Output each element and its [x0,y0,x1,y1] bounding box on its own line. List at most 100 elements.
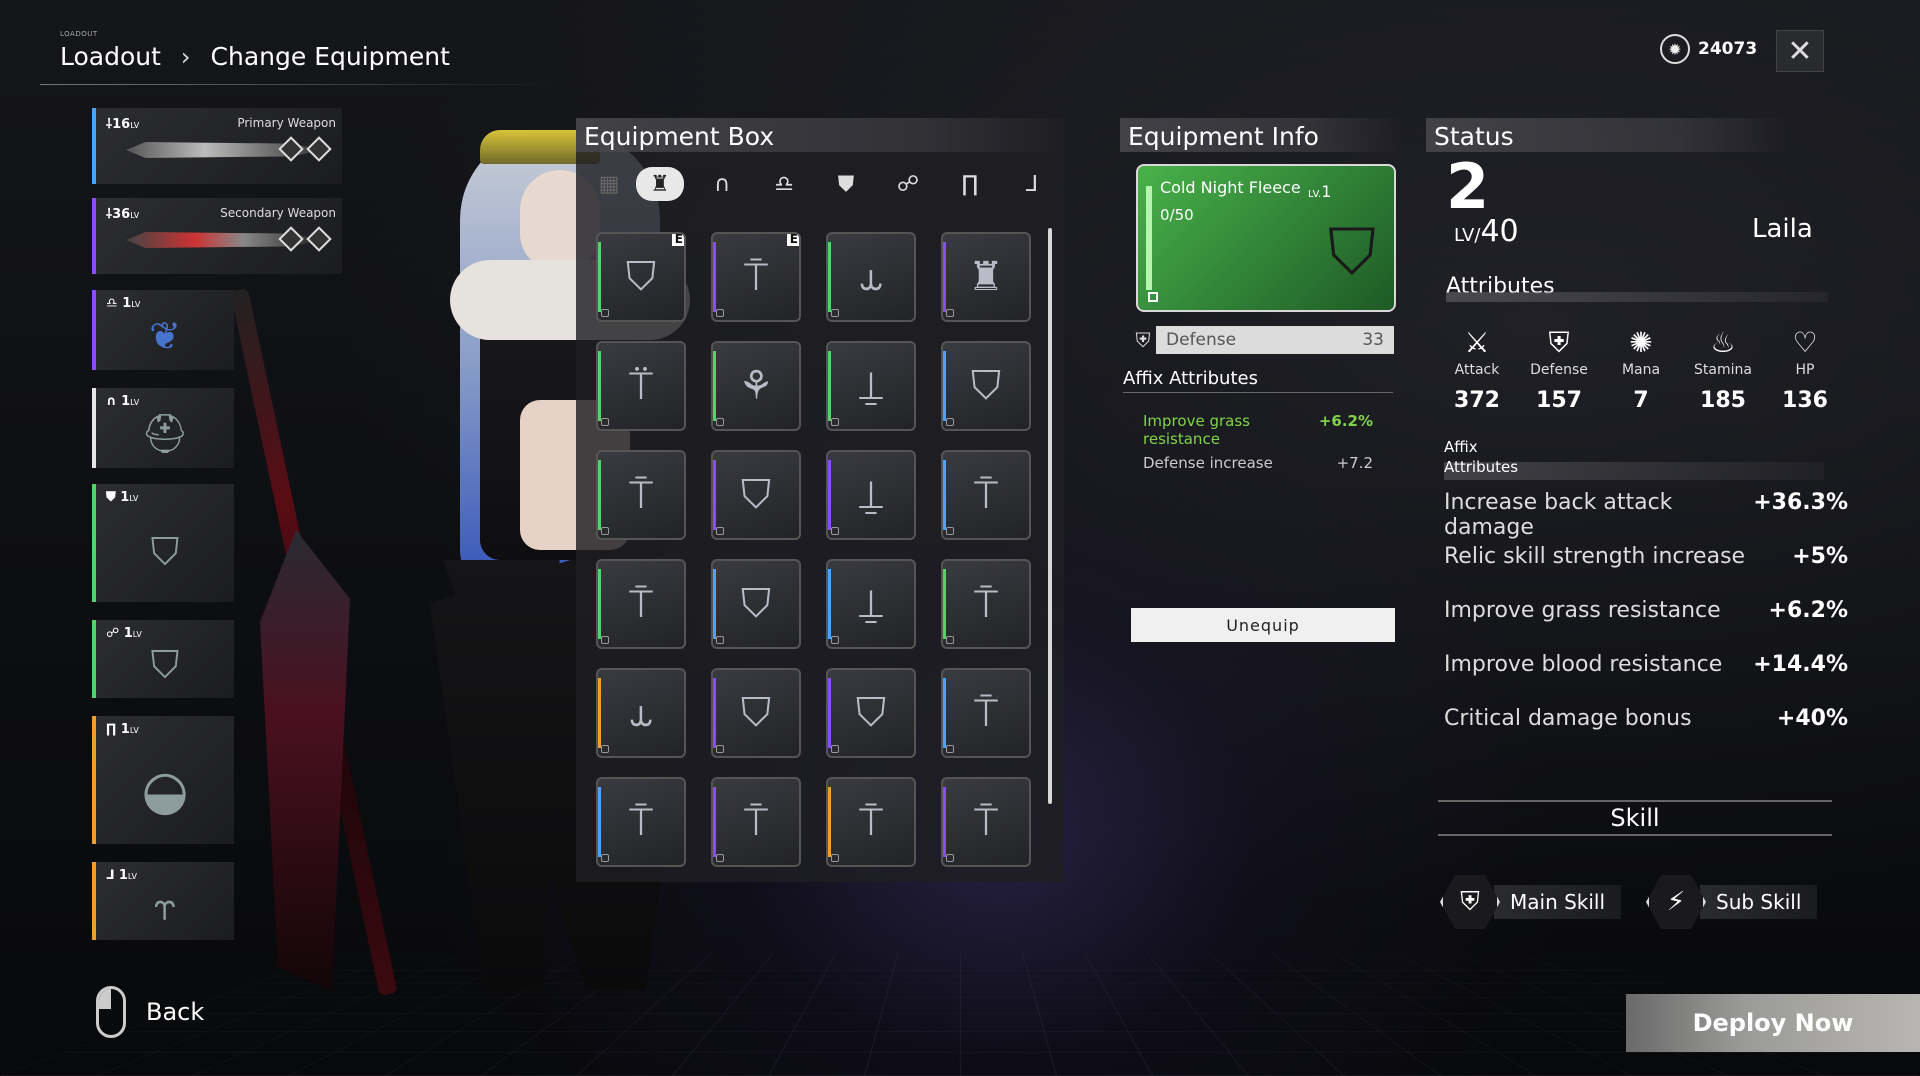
hair-icon: ♎ [774,171,794,197]
shield-icon: ⛨ [1135,328,1151,352]
equipment-item[interactable]: ⍑ [941,668,1031,758]
equipment-item[interactable]: ⛉ [711,559,801,649]
item-marker [946,854,954,862]
outfit-piece-icon: ⍑ [629,472,653,518]
equipment-item[interactable]: ⍑ [596,450,686,540]
equipment-info-title: Equipment Info [1120,118,1402,152]
attribute-stamina: ♨ Stamina 185 [1682,326,1764,413]
back-button[interactable]: Back [96,986,204,1038]
equipment-item[interactable]: ⍑ [941,559,1031,649]
slot-hood[interactable]: ∩ 1LV ⛑ [92,388,234,468]
item-marker [831,854,839,862]
outfit-piece-icon: ⍑ [974,690,998,736]
equipment-item[interactable]: ⛉ [826,668,916,758]
item-marker [946,309,954,317]
equipment-item[interactable]: ⛉ [711,450,801,540]
equipment-item[interactable]: ⍊ [826,341,916,431]
skill-header: Skill [1438,800,1832,836]
attribute-attack: ⚔ Attack 372 [1436,326,1518,413]
equipment-item[interactable]: ⛉ [711,668,801,758]
slot-secondary-weapon[interactable]: ⸸36LV Secondary Weapon [92,198,342,274]
slot-hair[interactable]: ♎ 1LV ❦ [92,290,234,370]
tab-body[interactable]: ♜ [636,167,684,201]
item-marker [946,745,954,753]
item-marker [601,527,609,535]
item-marker [716,527,724,535]
equipment-item[interactable]: ⍑ E [711,232,801,322]
item-level: LV.1 [1308,182,1332,201]
shield-skill-icon: ⛨ [1440,875,1500,929]
equipment-item[interactable]: ⍊ [826,450,916,540]
item-marker [601,309,609,317]
equipment-item[interactable]: ♜ [941,232,1031,322]
affix-row: Improve grass resistance +6.2% [1143,412,1373,448]
tab-boots[interactable]: ⅃ [1008,167,1056,201]
equipment-item[interactable]: ⍑ [941,450,1031,540]
boots-icon: ⥾ [154,884,176,929]
grid-icon[interactable]: ▦ [596,167,622,201]
boots-icon: ⅃ [1025,171,1039,197]
selected-item-card: Cold Night Fleece LV.1 0/50 ⛉ [1136,164,1396,312]
equipment-item[interactable]: ⍑ [826,777,916,867]
dash-skill-icon: ⚡ [1646,875,1706,929]
equipment-grid: ⛉ E ⍑ E ⥿ ♜ ⍡ ⚘ ⍊ ⛉ ⍑ ⛉ ⍊ ⍑ ⍑ ⛉ ⍊ ⍑ ⥿ ⛉ ⛉ ⍑ ⍑ ⍑ ⍑ ⍑ [596,232,1031,867]
slot-level: ⅃ 1LV [106,868,137,883]
max-level: LV/40 [1454,214,1519,249]
tab-hair[interactable]: ♎ [760,167,808,201]
equipment-item[interactable]: ⛉ E [596,232,686,322]
equipment-scrollbar[interactable] [1048,228,1052,804]
slot-boots[interactable]: ⅃ 1LV ⥾ [92,862,234,940]
attack-icon: ⚔ [1464,326,1490,359]
equipment-tabs: ▦ ♜ ∩ ♎ ⛊ ☍ ∏ ⅃ [596,167,1056,201]
currency-value: 24073 [1698,39,1758,59]
deploy-now-button[interactable]: Deploy Now [1626,994,1920,1052]
chevron-right-icon: › [180,42,191,71]
affix-value: +6.2% [1318,412,1373,430]
sub-skill-label: Sub Skill [1700,885,1818,919]
mouse-icon [96,986,126,1038]
tab-arm[interactable]: ☍ [884,167,932,201]
outfit-piece-icon: ⥿ [859,254,883,300]
hp-icon: ♡ [1792,326,1818,359]
breadcrumb: Loadout › Change Equipment [60,42,450,71]
attributes-divider [1446,292,1828,302]
main-skill-button[interactable]: ⛨ Main Skill [1440,874,1622,930]
tab-legs[interactable]: ∏ [946,167,994,201]
attribute-mana: ✺ Mana 7 [1600,326,1682,413]
slot-primary-weapon[interactable]: ⸸16LV Primary Weapon [92,108,342,184]
close-button[interactable]: ✕ [1776,30,1824,72]
outfit-piece-icon: ⛉ [971,363,1001,409]
header-small-label: LOADOUT [60,30,98,38]
equipment-item[interactable]: ⚘ [711,341,801,431]
equipment-item[interactable]: ⍑ [596,559,686,649]
fleece-armor-icon: ⛉ [1328,216,1376,290]
attribute-hp: ♡ HP 136 [1764,326,1846,413]
defense-icon: ⛨ [1548,326,1570,359]
equipment-item[interactable]: ⍑ [711,777,801,867]
unequip-button[interactable]: Unequip [1131,608,1395,642]
equipment-item[interactable]: ⍑ [596,777,686,867]
affix-stat-list: Increase back attack damage +36.3% Relic … [1444,490,1848,760]
body-icon: ♜ [650,171,670,197]
defense-stat-row: ⛨ Defense 33 [1130,326,1394,354]
tab-hood[interactable]: ∩ [698,167,746,201]
hair-icon: ❦ [149,314,181,359]
slot-arm[interactable]: ☍ 1LV ⛉ [92,620,234,698]
equipped-badge: E [786,234,799,246]
sub-skill-button[interactable]: ⚡ Sub Skill [1646,874,1818,930]
equipment-item[interactable]: ⛉ [941,341,1031,431]
equipment-item[interactable]: ⍊ [826,559,916,649]
breadcrumb-loadout[interactable]: Loadout [60,42,161,71]
legs-armor-icon: ◒ [141,758,189,822]
outfit-piece-icon: ⛉ [741,581,771,627]
slot-chest[interactable]: ⛊ 1LV ⛉ [92,484,234,602]
equipment-item[interactable]: ⍡ [596,341,686,431]
slot-legs[interactable]: ∏ 1LV ◒ [92,716,234,844]
equipment-item[interactable]: ⥿ [826,232,916,322]
back-label: Back [146,998,205,1026]
tab-chest[interactable]: ⛊ [822,167,870,201]
equipment-item[interactable]: ⍑ [941,777,1031,867]
equipment-item[interactable]: ⥿ [596,668,686,758]
outfit-piece-icon: ⛉ [741,472,771,518]
header-divider [40,84,560,85]
